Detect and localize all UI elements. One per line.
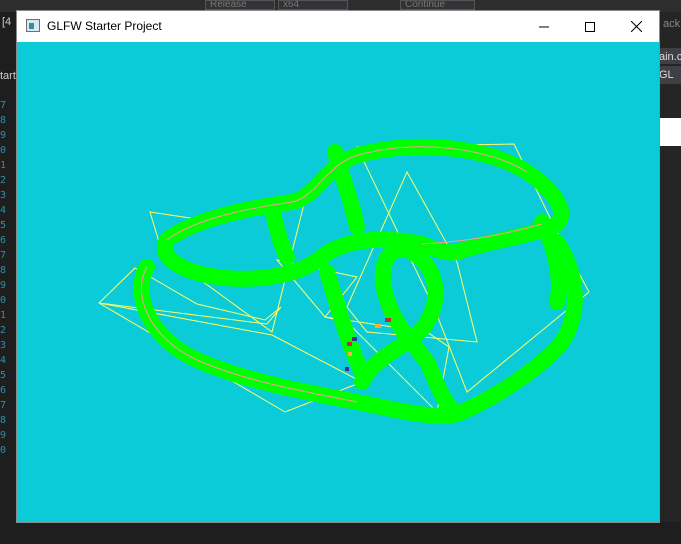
ide-line-number: 3 <box>0 340 7 351</box>
close-button[interactable] <box>613 11 659 42</box>
title-bar[interactable]: GLFW Starter Project <box>17 11 659 42</box>
ide-line-number: 9 <box>0 430 7 441</box>
minimize-icon <box>539 26 549 27</box>
marker-2 <box>352 337 357 341</box>
marker-6 <box>348 352 352 356</box>
ide-line-number: 6 <box>0 385 7 396</box>
ide-line-number: 0 <box>0 445 7 456</box>
ide-line-number: 4 <box>0 205 7 216</box>
ide-line-number: 6 <box>0 235 7 246</box>
ide-line-number: 9 <box>0 130 7 141</box>
tube-connector-left <box>264 199 295 265</box>
tube-center-knot <box>354 241 465 422</box>
ide-line-number: 1 <box>0 310 7 321</box>
ide-line-number: 8 <box>0 115 7 126</box>
ide-line-number: 8 <box>0 415 7 426</box>
minimize-button[interactable] <box>521 11 567 42</box>
window-title: GLFW Starter Project <box>47 19 162 33</box>
maximize-button[interactable] <box>567 11 613 42</box>
maximize-icon <box>585 21 595 32</box>
ide-back-label: ack <box>663 18 681 30</box>
marker-5 <box>345 367 349 371</box>
ide-line-number: 5 <box>0 220 7 231</box>
app-window-icon <box>26 19 40 32</box>
marker-4 <box>385 318 391 322</box>
ide-line-number: 7 <box>0 400 7 411</box>
marker-3 <box>375 324 381 328</box>
ide-line-number: 9 <box>0 280 7 291</box>
ide-line-number: 1 <box>0 160 7 171</box>
ide-right-panel: ack <box>659 12 681 544</box>
ide-left-tab: [4 <box>2 16 12 28</box>
ide-line-number: 2 <box>0 175 7 186</box>
ide-left-label: tarte <box>0 70 18 82</box>
scene-render <box>97 138 590 424</box>
ide-line-numbers: 7 8 9 0 1 2 3 4 5 6 7 8 9 0 1 2 3 4 5 6 7 8 9 0 <box>0 98 12 458</box>
ide-line-number: 2 <box>0 325 7 336</box>
ide-line-number: 8 <box>0 265 7 276</box>
opengl-viewport[interactable] <box>17 42 659 522</box>
ide-platform-dropdown[interactable]: x64 <box>278 0 348 10</box>
marker-1 <box>347 342 352 346</box>
ide-config-dropdown[interactable]: Release <box>205 0 275 10</box>
ide-continue-button[interactable]: Continue <box>400 0 475 10</box>
ide-editor-tab[interactable]: ain.c <box>659 48 681 64</box>
ide-line-number: 5 <box>0 370 7 381</box>
ide-status-area <box>0 522 681 544</box>
ide-line-number: 0 <box>0 145 7 156</box>
ide-line-number: 0 <box>0 295 7 306</box>
tube-connector-right <box>534 214 567 310</box>
app-window: GLFW Starter Project <box>17 11 659 522</box>
ide-line-number: 7 <box>0 250 7 261</box>
ide-line-number: 4 <box>0 355 7 366</box>
close-icon <box>630 21 642 32</box>
ide-panel-white <box>659 118 681 146</box>
ide-left-gutter: [4 tarte 7 8 9 0 1 2 3 4 5 6 7 8 9 0 1 2 3 4 5 6 7 8 9 0 <box>0 12 18 544</box>
ide-editor-tab-2[interactable]: GL <box>659 66 681 84</box>
ide-line-number: 7 <box>0 100 7 111</box>
tube-upper-loop <box>157 138 570 287</box>
ide-line-number: 3 <box>0 190 7 201</box>
